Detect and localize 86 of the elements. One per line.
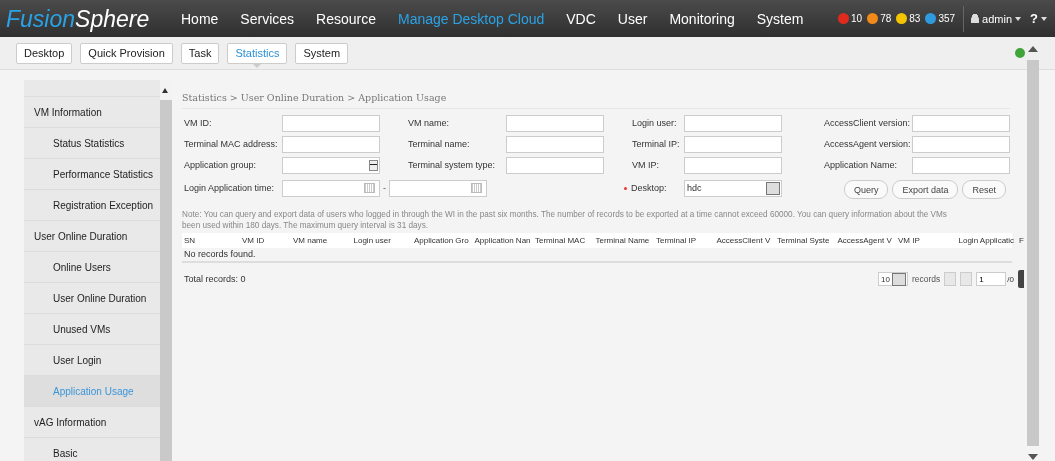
action-button[interactable]: Reset <box>962 180 1006 199</box>
caret-up-icon[interactable] <box>162 88 168 93</box>
input-field[interactable] <box>912 114 1010 132</box>
input-field[interactable] <box>684 135 782 153</box>
nav-link[interactable]: Home <box>176 8 230 29</box>
caret-up-icon[interactable] <box>1028 46 1038 52</box>
page-input[interactable]: 1 <box>976 272 1007 286</box>
dropdown-field[interactable]: hdc <box>684 179 782 197</box>
tab[interactable]: System <box>295 42 349 64</box>
records-label: records <box>912 274 941 284</box>
column-header[interactable]: Terminal MAC <box>533 236 594 245</box>
total-records: Total records: 0 <box>183 274 246 284</box>
input-field[interactable] <box>506 114 604 132</box>
help-icon[interactable] <box>1015 48 1025 58</box>
range-separator: - <box>383 183 386 193</box>
nav-link[interactable]: Monitoring <box>658 8 746 29</box>
calendar-icon[interactable] <box>364 183 375 193</box>
column-header[interactable]: VM ID <box>230 236 291 245</box>
alarm-badge-icon[interactable] <box>867 13 879 24</box>
input-field[interactable] <box>282 114 380 132</box>
empty-message: No records found. <box>182 248 1012 263</box>
logo: FusionSphere <box>5 5 151 32</box>
calendar-icon[interactable] <box>471 183 482 193</box>
alarm-count[interactable]: 357 <box>938 13 956 24</box>
note-text: Note: You can query and export data of users who logged in through the WI in the past six months. The number of records to be exported at a time cannot exceed 60000. You can query information about the VMs been used within 180 days. The maximum query interval is 31 days. <box>182 209 948 231</box>
input-field[interactable] <box>684 156 782 174</box>
user-icon[interactable] <box>971 14 980 23</box>
column-header[interactable]: AccessAgent V <box>835 236 896 245</box>
field-label: Application Name: <box>824 160 898 170</box>
field-label: Terminal IP: <box>632 139 680 149</box>
breadcrumb: Statistics > User Online Duration > Application Usage <box>182 90 1010 109</box>
field-label: Login Application time: <box>184 183 275 193</box>
scrollbar[interactable] <box>160 80 172 461</box>
input-field[interactable] <box>506 156 604 174</box>
action-button[interactable]: Export data <box>892 180 959 199</box>
field-label: Terminal system type: <box>408 160 496 170</box>
field-label: Application group: <box>184 160 257 170</box>
user-menu[interactable]: admin <box>982 12 1013 25</box>
column-header[interactable]: VM name <box>291 236 352 245</box>
tab[interactable]: Desktop <box>16 42 73 64</box>
input-field[interactable] <box>912 156 1010 174</box>
input-field[interactable] <box>684 114 782 132</box>
column-header[interactable]: Terminal IP <box>654 236 715 245</box>
field-label: VM name: <box>408 118 449 128</box>
column-header[interactable]: Login Applicatic <box>956 236 1017 245</box>
nav-link[interactable]: Services <box>229 8 306 29</box>
field-label: Login user: <box>632 118 677 128</box>
input-field[interactable] <box>912 135 1010 153</box>
alarm-count[interactable]: 10 <box>851 13 863 24</box>
column-header[interactable]: Terminal Syste <box>775 236 836 245</box>
column-header[interactable]: SN <box>182 236 230 245</box>
date-field[interactable] <box>282 179 380 197</box>
tab[interactable]: Task <box>180 42 220 64</box>
page-size-select[interactable]: 10 <box>878 272 908 286</box>
dropdown-field[interactable] <box>282 156 380 174</box>
field-label: Desktop: <box>631 183 667 193</box>
page-total: /0 <box>1007 274 1014 284</box>
field-label: AccessAgent version: <box>824 139 911 149</box>
field-label: Terminal name: <box>408 139 470 149</box>
alarm-count[interactable]: 78 <box>880 13 892 24</box>
action-button[interactable]: Query <box>843 180 889 199</box>
input-field[interactable] <box>506 135 604 153</box>
date-field[interactable] <box>389 179 487 197</box>
input-field[interactable] <box>282 135 380 153</box>
nav-link[interactable]: Manage Desktop Cloud <box>386 8 556 29</box>
nav-link[interactable]: User <box>606 8 659 29</box>
field-label: Terminal MAC address: <box>184 139 278 149</box>
caret-down-icon[interactable] <box>1028 454 1038 460</box>
alarm-badge-icon[interactable] <box>896 13 908 24</box>
nav-link[interactable]: Resource <box>305 8 387 29</box>
column-header[interactable]: VM IP <box>896 236 957 245</box>
field-label: AccessClient version: <box>824 118 911 128</box>
nav-link[interactable]: System <box>745 8 815 29</box>
column-header[interactable]: Terminal Name <box>593 236 654 245</box>
column-header[interactable]: F <box>1017 236 1024 245</box>
help-menu[interactable]: ? <box>1030 11 1038 26</box>
field-label: VM IP: <box>632 160 659 170</box>
nav-link[interactable]: VDC <box>555 8 607 29</box>
column-header[interactable]: Application Gro <box>412 236 473 245</box>
alarm-badge-icon[interactable] <box>925 13 937 24</box>
column-header[interactable]: Application Nan <box>472 236 533 245</box>
tab[interactable]: Quick Provision <box>80 42 173 64</box>
alarm-count[interactable]: 83 <box>909 13 921 24</box>
column-header[interactable]: Login user <box>351 236 412 245</box>
field-label: VM ID: <box>184 118 212 128</box>
column-header[interactable]: AccessClient V <box>714 236 775 245</box>
